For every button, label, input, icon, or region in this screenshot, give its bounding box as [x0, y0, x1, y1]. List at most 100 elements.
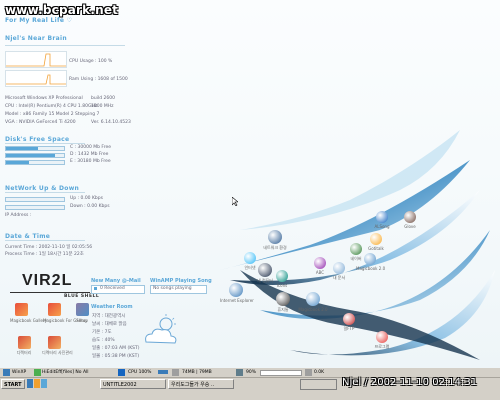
- left-icon-label: 디렉터리 사진관리: [42, 350, 73, 355]
- desktop-icon-label: Magicbook 2.0: [298, 307, 328, 312]
- setup-icon[interactable]: [76, 303, 89, 316]
- desktop-icon-ie[interactable]: [229, 283, 243, 297]
- network-title: NetWork Up & Down: [5, 185, 80, 192]
- desktop-icon-program[interactable]: [376, 331, 388, 343]
- desktop-icon-label: ABC: [315, 270, 325, 275]
- weather-line: 지역 : 대전광역시: [92, 314, 126, 319]
- cpu-name: CPU : Intel(R) Pentium(R) 4 CPU 1.80GHz: [5, 104, 98, 109]
- page-title: Njel's Near Brain: [5, 35, 67, 42]
- desktop-icon-label: 프로그램: [374, 344, 390, 349]
- ram-usage-label: Ram Using : 1608 of 1500: [69, 77, 128, 82]
- desktop-icon-my-documents[interactable]: [333, 262, 345, 274]
- network-up: Up : 0.00 Kbps: [70, 196, 103, 201]
- network-down: Down : 0.00 Kbps: [70, 204, 110, 209]
- left-icon-label: Magicbook Gallery: [10, 318, 48, 323]
- cpu-meter-bar: [158, 370, 168, 374]
- weather-line: 습도 : 40%: [92, 338, 115, 343]
- disk-d-fill: [6, 154, 56, 157]
- tray-clock[interactable]: Njel / 2002-11-10 02:14:31: [342, 377, 477, 388]
- memory-meter-icon: [172, 369, 179, 376]
- logo-sub: BLUE SHELL: [64, 294, 100, 299]
- taskbar-window-button[interactable]: 우리도그들가 우승 ..: [168, 379, 234, 389]
- disk-e-label: E : 30180 Mb Free: [70, 159, 111, 164]
- weather-line: 날씨 : 대체로 맑음: [92, 322, 127, 327]
- disk-e-fill: [6, 161, 30, 164]
- network-up-bar: [5, 197, 65, 202]
- desktop-icon-alsong[interactable]: [376, 211, 388, 223]
- tray-area: [300, 379, 337, 390]
- ram-graph-line: [6, 74, 66, 85]
- desktop-icon-magicbook-2[interactable]: [364, 253, 376, 265]
- divider: [5, 45, 125, 46]
- divider: [10, 292, 90, 293]
- weather-line: 기온 : 7도: [92, 330, 112, 335]
- left-icon-label: Magicbook For Gallery: [43, 318, 88, 323]
- disk-d-bar: [5, 153, 65, 158]
- mouse-cursor-icon: [232, 197, 238, 206]
- desktop-icon-magicbook[interactable]: [306, 292, 320, 306]
- ip-address-label: IP Address :: [5, 213, 32, 218]
- memory-meter[interactable]: 74MB | 79MB: [182, 368, 212, 377]
- current-time: Current Time : 2002-11-10 일 02:05:56: [5, 245, 93, 250]
- cpu-meter-icon: [118, 369, 125, 376]
- winxp-icon: [3, 369, 10, 376]
- desktop-icon-label: Magicbook 2.0: [356, 266, 386, 271]
- cpu-meter[interactable]: CPU 100%: [128, 368, 151, 377]
- desktop-icon-abc[interactable]: [314, 257, 326, 269]
- network-meter[interactable]: 0.0K: [314, 368, 324, 377]
- disk-c-fill: [6, 147, 38, 150]
- desktop-icon-label: 내 문서: [332, 275, 346, 280]
- mail-status: 0 Received: [100, 286, 125, 291]
- weather-line: 일출 : 07:03 AM (KST): [92, 346, 140, 351]
- desktop-icon-alftp[interactable]: [343, 313, 355, 325]
- ram-graph: [5, 70, 67, 87]
- taskbar-window-button[interactable]: UNTITLE2002: [100, 379, 166, 389]
- desktop-icon-internet[interactable]: [244, 252, 256, 264]
- desktop-icon-network[interactable]: [268, 230, 282, 244]
- mail-box[interactable]: 0 Received: [91, 285, 145, 294]
- desktop-icon-label: Icons: [276, 283, 288, 288]
- divider: [5, 143, 85, 144]
- hiedit-icon: [34, 369, 41, 376]
- left-icon-label: 디렉터리: [16, 350, 32, 355]
- quicklaunch-icon[interactable]: [41, 379, 47, 388]
- desktop[interactable]: www.bcpark.net For My Real Life ♡ Njel's…: [0, 0, 500, 368]
- disk-title: Disk's Free Space: [5, 136, 70, 143]
- weather-title: Weather Room: [91, 304, 133, 310]
- desktop-icon-label: 알FTP: [343, 326, 355, 331]
- quicklaunch-icon[interactable]: [34, 379, 40, 388]
- desktop-icon-recycle[interactable]: [276, 292, 290, 306]
- desktop-icon-glove[interactable]: [404, 211, 416, 223]
- logo-main: VIR2L: [22, 272, 73, 289]
- disk-d-label: D : 1432 Mb Free: [70, 152, 109, 157]
- disk-meter[interactable]: 90%: [246, 368, 256, 377]
- os-name: Microsoft Windows XP Professional: [5, 96, 83, 101]
- desktop-icon-label: 네트워크 환경: [263, 245, 287, 250]
- disk-meter-bar: [260, 370, 302, 376]
- desktop-icon-gotitalk[interactable]: [370, 233, 382, 245]
- magicbook-for-gallery-icon[interactable]: [48, 303, 61, 316]
- desktop-icon-label: 인터넷: [244, 265, 256, 270]
- magicbook-gallery-icon[interactable]: [15, 303, 28, 316]
- start-button[interactable]: START: [1, 379, 25, 389]
- desktop-icon-label: Glove: [404, 224, 416, 229]
- weather-line: 일몰 : 05:38 PM (KST): [92, 354, 140, 359]
- desktop-icon-label: ALSong: [374, 224, 390, 229]
- desktop-icon-icons[interactable]: [276, 270, 288, 282]
- cpu-usage-label: CPU Usage : 100 %: [69, 59, 113, 64]
- toolbar-button[interactable]: WinXP: [12, 368, 26, 377]
- divider: [5, 240, 85, 241]
- cpu-speed: 1800 MHz: [91, 104, 114, 109]
- directory-icon[interactable]: [18, 336, 31, 349]
- desktop-icon-label: Gotitalk: [368, 246, 384, 251]
- desktop-icon-naver[interactable]: [350, 243, 362, 255]
- quicklaunch-icon[interactable]: [27, 379, 33, 388]
- toolbar-button[interactable]: HiEditEff[files] No All: [42, 368, 89, 377]
- directory-photo-icon[interactable]: [48, 336, 61, 349]
- mail-title: New Many @-Mail: [91, 278, 141, 284]
- cpu-graph-line: [6, 53, 66, 67]
- disk-c-label: C : 30000 Mb Free: [70, 145, 111, 150]
- mail-icon: [94, 287, 97, 290]
- datetime-title: Date & Time: [5, 233, 51, 240]
- process-time: Process Time : 1일 18시간 11분 22초: [5, 252, 84, 257]
